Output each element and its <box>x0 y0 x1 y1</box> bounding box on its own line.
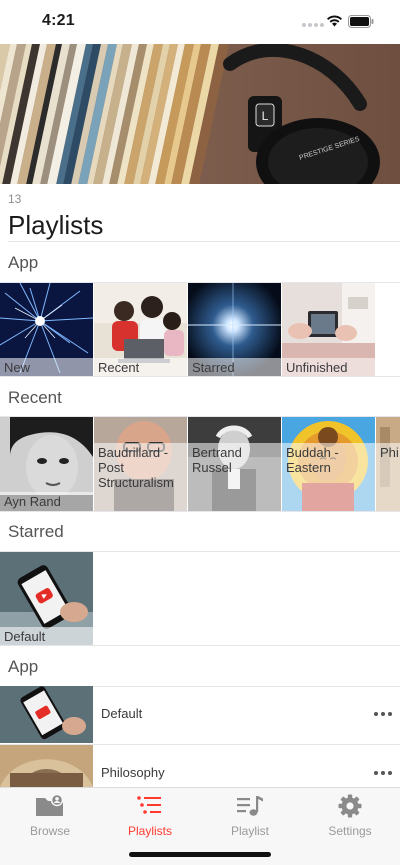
tile-label: Default <box>0 627 93 646</box>
signal-icon <box>302 23 324 27</box>
tile-label: Ayn Rand <box>0 492 93 511</box>
tab-label: Browse <box>29 824 70 838</box>
tile-label: New <box>0 358 93 377</box>
tab-playlists[interactable]: Playlists <box>100 794 200 838</box>
app-tiles-row: New Recent Starred Unfinished <box>0 283 375 377</box>
section-header-starred: Starred <box>8 522 64 541</box>
tab-settings[interactable]: Settings <box>300 794 400 838</box>
tile-buddah[interactable]: Buddah - Eastern <box>282 417 375 511</box>
tile-baudrillard[interactable]: Baudrillard - Post Structuralism <box>94 417 187 511</box>
music-list-icon <box>237 796 263 816</box>
divider <box>0 511 400 512</box>
tile-label: Unfinished <box>282 358 375 377</box>
tile-label: Phi <box>376 443 400 511</box>
tile-starred[interactable]: Starred <box>188 283 281 377</box>
tile-label: Recent <box>94 358 187 377</box>
folder-user-icon <box>36 794 64 816</box>
status-time: 4:21 <box>42 12 75 29</box>
divider <box>0 645 400 646</box>
list-icon <box>137 796 161 814</box>
tile-recent[interactable]: Recent <box>94 283 187 377</box>
header-image: L PRESTIGE SERIES <box>0 44 400 184</box>
page-title: Playlists <box>8 210 104 240</box>
list-item-label: Philosophy <box>101 765 165 780</box>
list-item-label: Default <box>101 706 143 721</box>
divider <box>0 376 400 377</box>
battery-icon <box>348 15 374 28</box>
tab-label: Playlists <box>127 824 172 838</box>
tile-label: Starred <box>188 358 281 377</box>
tile-unfinished[interactable]: Unfinished <box>282 283 375 377</box>
tile-label: Buddah - Eastern <box>282 443 375 511</box>
divider <box>8 241 400 242</box>
wifi-icon <box>327 15 342 27</box>
tab-label: Playlist <box>230 824 269 838</box>
recent-tiles-row: Ayn Rand Baudrillard - Post Structuralis… <box>0 417 400 511</box>
tile-bertrand-russel[interactable]: Bertrand Russel <box>188 417 281 511</box>
more-options-icon[interactable] <box>374 771 392 775</box>
fresco-thumbnail <box>0 745 93 787</box>
tab-label: Settings <box>328 824 372 838</box>
tile-ayn-rand[interactable]: Ayn Rand <box>0 417 93 511</box>
svg-text:L: L <box>262 109 269 123</box>
tab-playlist[interactable]: Playlist <box>200 794 300 838</box>
phone-video-thumbnail <box>0 686 93 743</box>
tile-default[interactable]: Default <box>0 552 93 646</box>
starred-tiles-row: Default <box>0 552 93 646</box>
home-indicator[interactable] <box>129 852 271 857</box>
tile-new[interactable]: New <box>0 283 93 377</box>
list-item-default[interactable]: Default <box>0 686 400 743</box>
tile-label: Bertrand Russel <box>188 443 281 511</box>
tab-browse[interactable]: Browse <box>0 794 100 838</box>
playlist-count: 13 <box>8 192 22 206</box>
tile-phi[interactable]: Phi <box>376 417 400 511</box>
section-header-app: App <box>8 253 39 272</box>
section-header-recent: Recent <box>8 388 62 407</box>
tile-label: Baudrillard - Post Structuralism <box>94 443 187 511</box>
status-bar: 4:21 <box>0 0 400 44</box>
section-header-app-list: App <box>8 657 39 676</box>
gear-icon <box>338 794 362 818</box>
more-options-icon[interactable] <box>374 712 392 716</box>
